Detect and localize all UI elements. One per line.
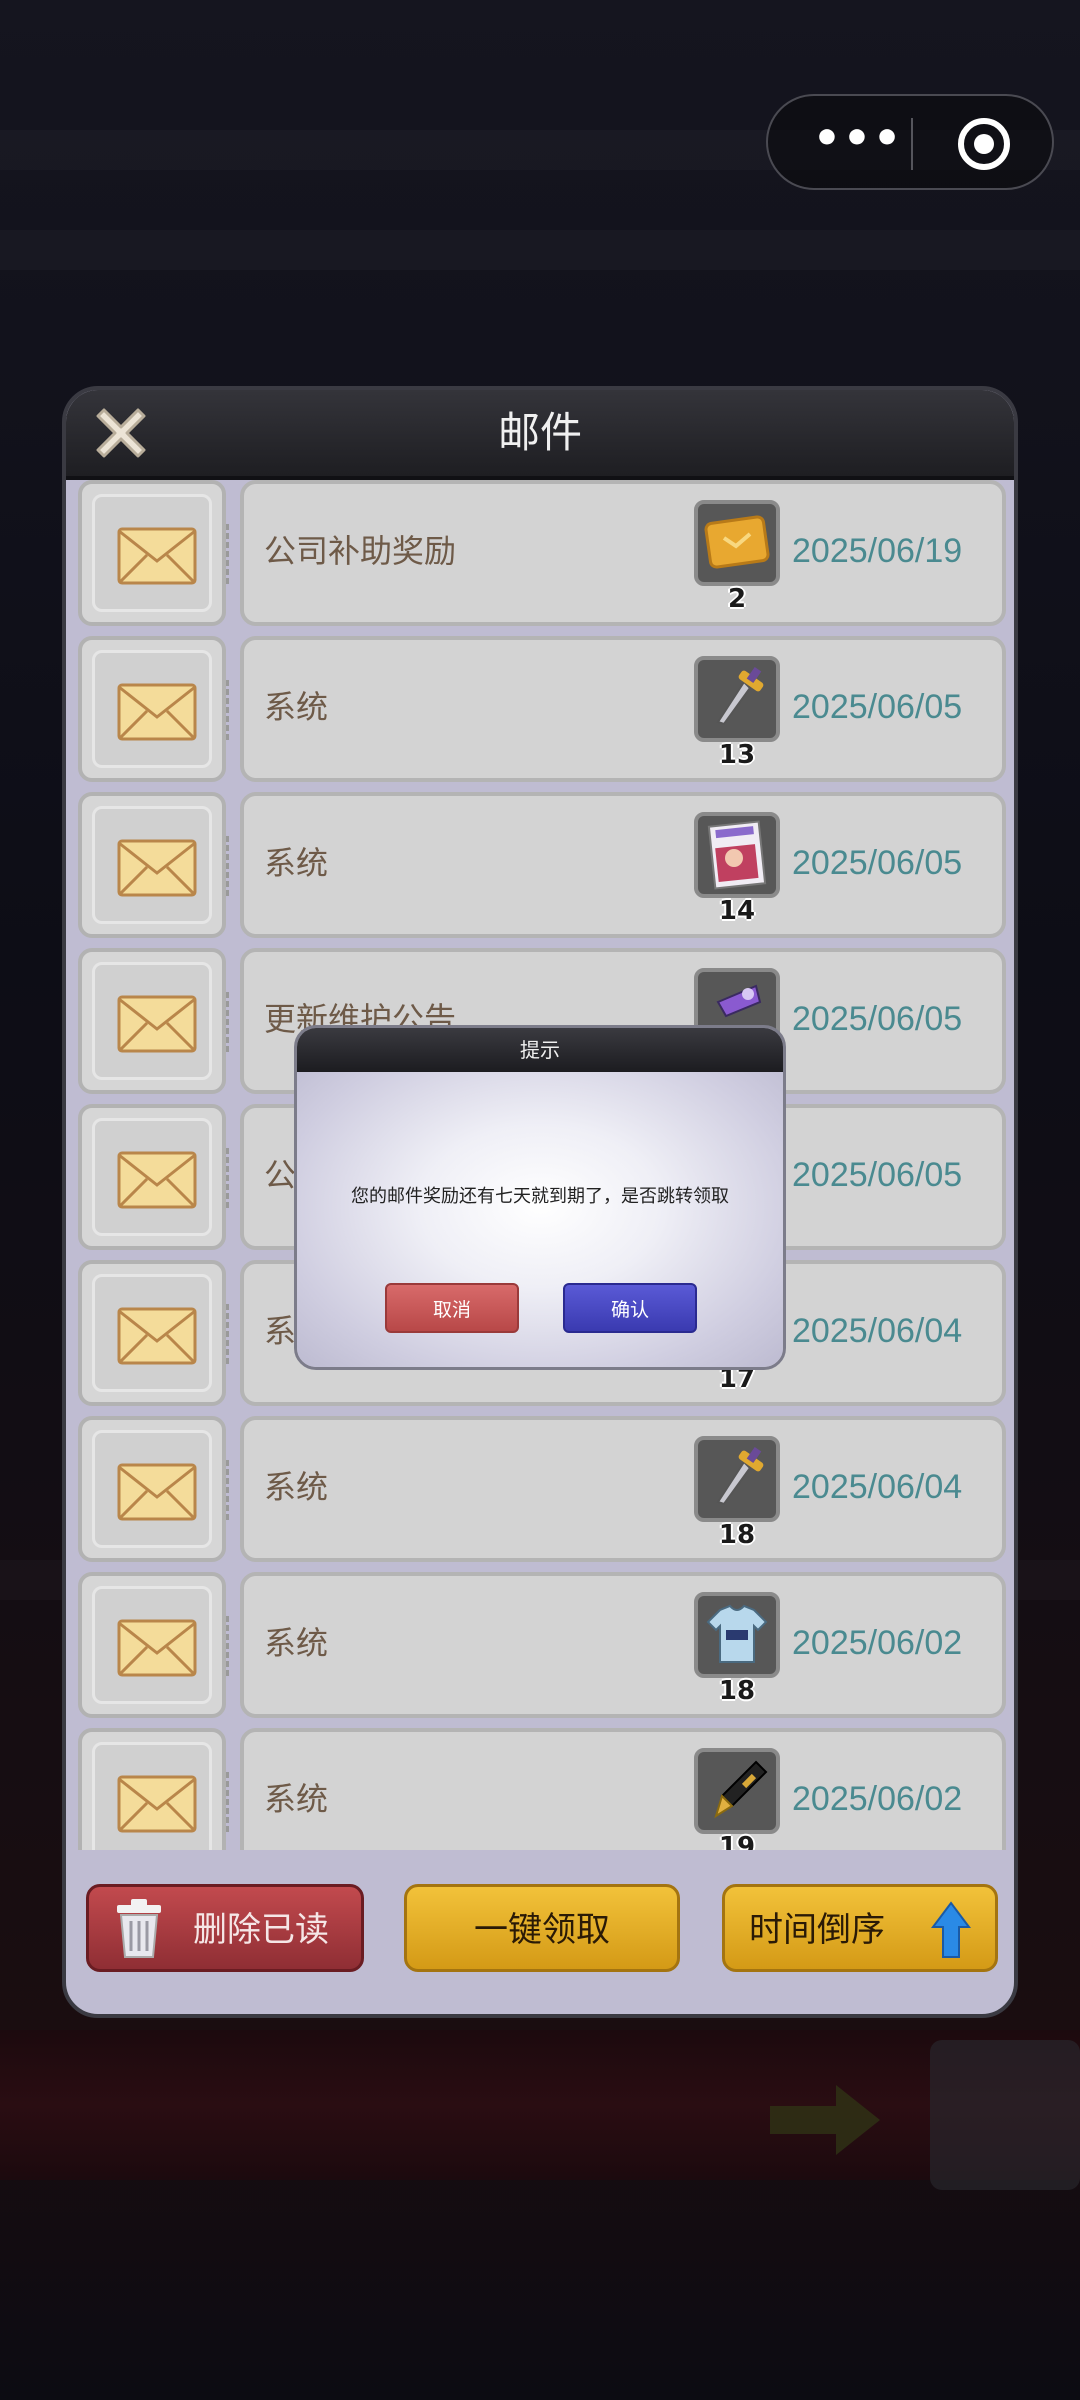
- mail-date: 2025/06/02: [792, 1780, 963, 1818]
- claim-all-button[interactable]: 一键领取: [404, 1884, 680, 1972]
- envelope-icon: [117, 1307, 197, 1365]
- mail-envelope-box: [78, 1728, 226, 1850]
- mail-date: 2025/06/05: [792, 844, 963, 882]
- background-box: [930, 2040, 1080, 2190]
- background-band: [0, 2030, 1080, 2180]
- target-circle-icon[interactable]: [958, 118, 1010, 170]
- delete-read-button[interactable]: 删除已读: [86, 1884, 364, 1972]
- mail-envelope-box: [78, 792, 226, 938]
- mail-sender: 系统: [264, 844, 329, 882]
- mail-envelope-box: [78, 948, 226, 1094]
- item-count: 18: [718, 1676, 756, 1706]
- confirm-button[interactable]: 确认: [563, 1283, 697, 1333]
- panel-title: 邮件: [497, 408, 582, 457]
- dialog-header: 提示: [297, 1028, 783, 1072]
- mail-row[interactable]: 系统 18 2025/06/04: [74, 1416, 1006, 1562]
- panel-footer: 删除已读 一键领取 时间倒序: [66, 1856, 1014, 2014]
- mail-envelope-box: [78, 480, 226, 626]
- dagger-icon: [694, 1436, 780, 1522]
- cancel-button[interactable]: 取消: [385, 1283, 519, 1333]
- mail-row-body[interactable]: 系统 13 2025/06/05: [226, 636, 1006, 782]
- mail-envelope-box: [78, 636, 226, 782]
- mail-row[interactable]: 系统 13 2025/06/05: [74, 636, 1006, 782]
- item-count: 19: [718, 1832, 756, 1850]
- mail-row-body[interactable]: 系统 14 2025/06/05: [226, 792, 1006, 938]
- delete-read-label: 删除已读: [193, 1910, 329, 1950]
- mail-date: 2025/06/19: [792, 532, 963, 570]
- capsule-divider: [911, 118, 913, 170]
- mail-envelope-box: [78, 1416, 226, 1562]
- item-count: 18: [718, 1520, 756, 1550]
- dialog-title: 提示: [520, 1038, 560, 1062]
- up-arrow-icon: [931, 1901, 971, 1958]
- envelope-icon: [117, 995, 197, 1053]
- mail-row[interactable]: 系统 19 2025/06/02: [74, 1728, 1006, 1850]
- claim-all-label: 一键领取: [474, 1910, 610, 1950]
- panel-header: 邮件: [66, 390, 1014, 480]
- dialog-body: 您的邮件奖励还有七天就到期了，是否跳转领取: [297, 1072, 783, 1367]
- envelope-icon: [117, 527, 197, 585]
- mail-row-body[interactable]: 系统 18 2025/06/04: [226, 1416, 1006, 1562]
- mail-sender: 系统: [264, 1780, 329, 1818]
- mail-date: 2025/06/04: [792, 1312, 963, 1350]
- more-dots-icon[interactable]: •••: [810, 117, 906, 162]
- miniprogram-capsule: •••: [766, 94, 1054, 190]
- envelope-icon: [117, 1151, 197, 1209]
- sort-time-label: 时间倒序: [749, 1910, 885, 1950]
- envelope-icon: [117, 839, 197, 897]
- dagger-icon: [694, 656, 780, 742]
- mail-date: 2025/06/05: [792, 1156, 963, 1194]
- mail-envelope-box: [78, 1572, 226, 1718]
- magazine-icon: [694, 812, 780, 898]
- item-count: 2: [727, 584, 747, 614]
- envelope-icon: [117, 1619, 197, 1677]
- mail-sender: 系统: [264, 688, 329, 726]
- mail-row-body[interactable]: 系统 19 2025/06/02: [226, 1728, 1006, 1850]
- mail-sender: 系: [264, 1312, 297, 1350]
- mail-date: 2025/06/04: [792, 1468, 963, 1506]
- mail-row[interactable]: 系统 14 2025/06/05: [74, 792, 1006, 938]
- mail-date: 2025/06/05: [792, 688, 963, 726]
- envelope-icon: [117, 683, 197, 741]
- mail-envelope-box: [78, 1104, 226, 1250]
- mail-row-body[interactable]: 系统 18 2025/06/02: [226, 1572, 1006, 1718]
- mail-sender: 系统: [264, 1624, 329, 1662]
- background-stripe: [0, 230, 1080, 270]
- envelope-icon: [117, 1463, 197, 1521]
- sort-time-button[interactable]: 时间倒序: [722, 1884, 998, 1972]
- mail-sender: 公: [264, 1156, 297, 1194]
- mail-date: 2025/06/05: [792, 1000, 963, 1038]
- trash-icon: [117, 1899, 161, 1958]
- tshirt-icon: [694, 1592, 780, 1678]
- close-x-icon[interactable]: [88, 400, 154, 466]
- mail-row-body[interactable]: 公司补助奖励 2 2025/06/19: [226, 480, 1006, 626]
- mail-sender: 系统: [264, 1468, 329, 1506]
- mail-row[interactable]: 公司补助奖励 2 2025/06/19: [74, 480, 1006, 626]
- mail-date: 2025/06/02: [792, 1624, 963, 1662]
- prompt-dialog: 提示 您的邮件奖励还有七天就到期了，是否跳转领取 取消 确认: [294, 1025, 786, 1370]
- item-count: 13: [718, 740, 756, 770]
- mail-sender: 公司补助奖励: [264, 532, 457, 570]
- envelope-icon: [117, 1775, 197, 1833]
- gold-ticket-icon: [694, 500, 780, 586]
- mail-envelope-box: [78, 1260, 226, 1406]
- dialog-message: 您的邮件奖励还有七天就到期了，是否跳转领取: [351, 1186, 729, 1207]
- mail-row[interactable]: 系统 18 2025/06/02: [74, 1572, 1006, 1718]
- fountain-pen-icon: [694, 1748, 780, 1834]
- item-count: 14: [718, 896, 756, 926]
